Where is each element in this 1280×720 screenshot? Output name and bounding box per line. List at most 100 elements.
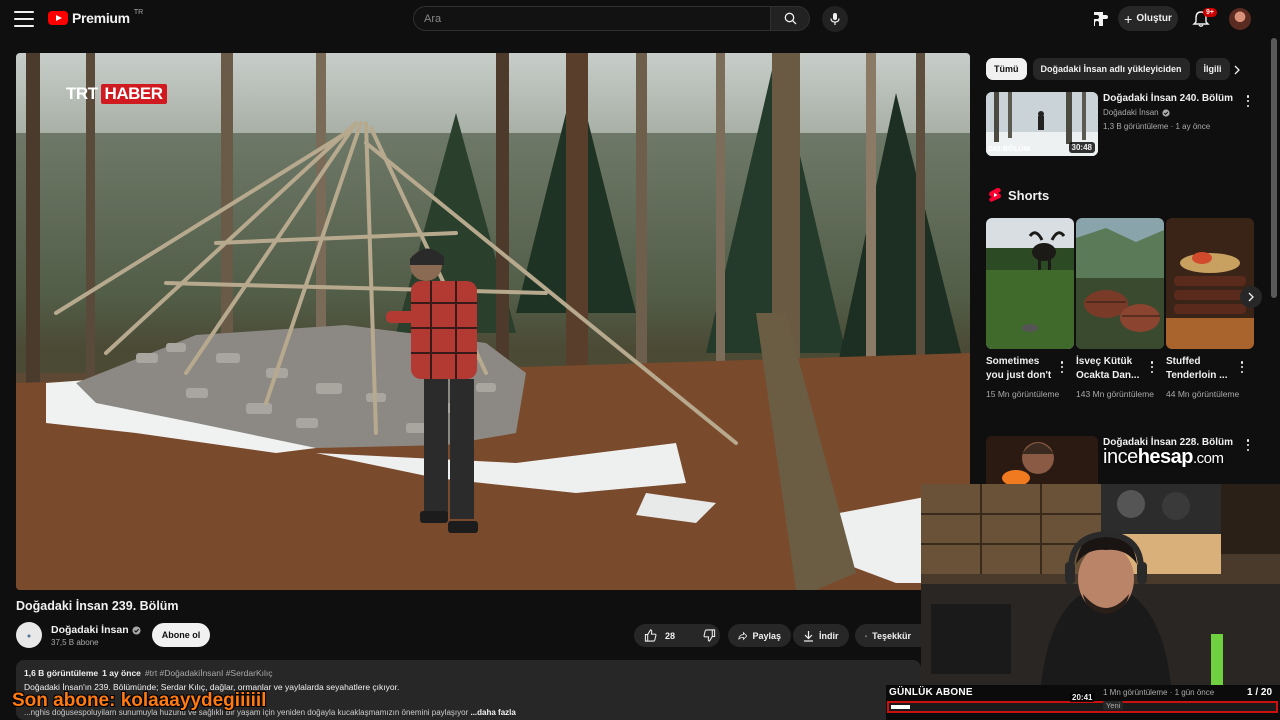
youtube-logo[interactable]: Premium TR: [48, 8, 144, 26]
short-image-moose: [986, 218, 1074, 349]
search-button[interactable]: [770, 6, 810, 31]
streamer-webcam: [921, 484, 1280, 685]
recommended-title[interactable]: Doğadaki İnsan 240. Bölüm: [1103, 93, 1243, 104]
chip-related[interactable]: İlgili: [1195, 58, 1230, 80]
chevron-right-icon: [1248, 292, 1254, 302]
shorts-title: Shorts: [1008, 187, 1050, 203]
short-thumbnail-3[interactable]: [1166, 218, 1254, 349]
search-input[interactable]: Ara: [413, 6, 771, 31]
view-count: 1,6 B görüntüleme: [24, 668, 99, 678]
share-label: Paylaş: [752, 630, 781, 641]
daily-sub-goal-count: 1 / 20: [1247, 687, 1273, 698]
subscriber-count: 37,5 B abone: [51, 638, 99, 647]
short-views-2: 143 Mn görüntüleme: [1076, 389, 1154, 399]
recommended-thumbnail[interactable]: 240.BÖLÜM 30:48: [986, 92, 1098, 156]
share-button[interactable]: Paylaş: [728, 624, 791, 647]
thumbnail-label: 240.BÖLÜM: [988, 144, 1031, 153]
sponsor-part-a: ince: [1103, 446, 1138, 468]
recommended-channel[interactable]: Doğadaki İnsan: [1103, 108, 1170, 117]
create-button[interactable]: + Oluştur: [1118, 6, 1178, 31]
chip-uploader[interactable]: Doğadaki İnsan adlı yükleyiciden: [1032, 58, 1190, 80]
menu-icon[interactable]: [14, 11, 34, 27]
download-label: İndir: [819, 630, 839, 641]
sponsor-part-c: .com: [1193, 450, 1224, 467]
shorts-icon: [989, 188, 1001, 202]
hashtags[interactable]: #trt #DoğadakiİnsanI #SerdarKılıç: [145, 668, 273, 678]
share-icon: [738, 631, 748, 640]
short-views-1: 15 Mn görüntüleme: [986, 389, 1060, 399]
video-duration: 30:48: [1068, 142, 1095, 153]
like-dislike-group: 28: [634, 624, 720, 647]
recommended-thumbnail-2[interactable]: [986, 436, 1098, 486]
filter-chips: Tümü Doğadaki İnsan adlı yükleyiciden İl…: [986, 58, 1230, 80]
dislike-button[interactable]: [695, 624, 724, 647]
new-badge: Yeni: [1103, 701, 1124, 710]
more-actions-icon[interactable]: [1243, 438, 1253, 452]
logo-text: Premium: [72, 10, 130, 26]
short-more-icon[interactable]: [1147, 360, 1157, 374]
download-button[interactable]: İndir: [793, 624, 849, 647]
short-views-3: 44 Mn görüntüleme: [1166, 389, 1240, 399]
thumbs-up-icon: [644, 629, 657, 642]
video-player[interactable]: TRT HABER: [16, 53, 970, 590]
shorts-header: Shorts: [988, 187, 1049, 203]
top-bar: Premium TR Ara + Oluştur 9+: [0, 0, 1280, 38]
short-thumbnail-2[interactable]: [1076, 218, 1164, 349]
thanks-button[interactable]: $ Teşekkür: [855, 624, 921, 647]
super-thanks-icon: $: [865, 634, 868, 637]
shorts-next-button[interactable]: [1240, 286, 1262, 308]
user-avatar[interactable]: [1229, 8, 1251, 30]
short-image-tenderloin: [1166, 218, 1254, 349]
show-more-link[interactable]: ...daha fazla: [470, 708, 515, 717]
thumbs-down-icon: [703, 629, 716, 642]
logo-country: TR: [133, 8, 144, 16]
short-more-icon[interactable]: [1057, 360, 1067, 374]
microphone-icon: [830, 13, 840, 25]
channel-avatar-logo: ◉: [27, 632, 31, 638]
last-subscriber-overlay: Son abone: kolaaayydegiiiiil: [12, 690, 267, 711]
recommended-channel-name: Doğadaki İnsan: [1103, 108, 1159, 117]
subscribe-button[interactable]: Abone ol: [152, 623, 210, 647]
channel-avatar[interactable]: ◉: [16, 622, 42, 648]
download-icon: [804, 630, 813, 642]
channel-watermark: TRT HABER: [66, 84, 167, 104]
more-actions-icon[interactable]: [1243, 94, 1253, 108]
daily-sub-goal-label: GÜNLÜK ABONE: [889, 687, 973, 698]
create-label: Oluştur: [1136, 13, 1172, 24]
like-button[interactable]: 28: [634, 624, 685, 647]
goal-video-duration: 20:41: [1070, 693, 1095, 702]
sponsor-part-b: hesap: [1137, 446, 1194, 468]
voice-search-button[interactable]: [822, 6, 848, 32]
channel-name-text: Doğadaki İnsan: [51, 624, 129, 636]
watermark-part-a: TRT: [66, 84, 98, 103]
recommended-meta: 1,3 B görüntüleme · 1 ay önce: [1103, 122, 1211, 131]
page-scrollbar[interactable]: [1271, 38, 1277, 298]
video-title: Doğadaki İnsan 239. Bölüm: [16, 599, 179, 613]
upload-age: 1 ay önce: [102, 668, 141, 678]
play-logo-icon: [48, 11, 68, 25]
short-image-grill: [1076, 218, 1164, 349]
short-title-2[interactable]: İsveç Kütük Ocakta Dan...: [1076, 355, 1148, 383]
short-thumbnail-1[interactable]: [986, 218, 1074, 349]
chevron-right-icon: [1234, 65, 1240, 75]
chip-all[interactable]: Tümü: [986, 58, 1027, 80]
notifications-badge: 9+: [1203, 8, 1217, 17]
daily-sub-goal-bar: [887, 701, 1278, 713]
verified-icon: [1161, 108, 1170, 117]
chips-next-button[interactable]: [1228, 61, 1246, 79]
channel-name[interactable]: Doğadaki İnsan: [51, 624, 141, 636]
short-title-1[interactable]: Sometimes you just don't: [986, 355, 1058, 383]
description-stats: 1,6 B görüntüleme 1 ay önce #trt #Doğada…: [24, 668, 272, 678]
watermark-part-b: HABER: [100, 84, 167, 104]
sponsor-overlay: incehesap.com: [1103, 446, 1224, 469]
thumbnail-image-fire: [986, 436, 1098, 486]
svg-text:$: $: [866, 635, 867, 637]
webcam-image: [921, 484, 1280, 685]
goal-video-meta: 1 Mn görüntüleme · 1 gün önce: [1103, 688, 1215, 697]
video-frame: [16, 53, 970, 590]
daily-sub-goal-fill: [891, 705, 910, 709]
extension-icon[interactable]: [1092, 10, 1110, 28]
short-title-3[interactable]: Stuffed Tenderloin ...: [1166, 355, 1238, 383]
verified-icon: [132, 625, 141, 635]
short-more-icon[interactable]: [1237, 360, 1247, 374]
